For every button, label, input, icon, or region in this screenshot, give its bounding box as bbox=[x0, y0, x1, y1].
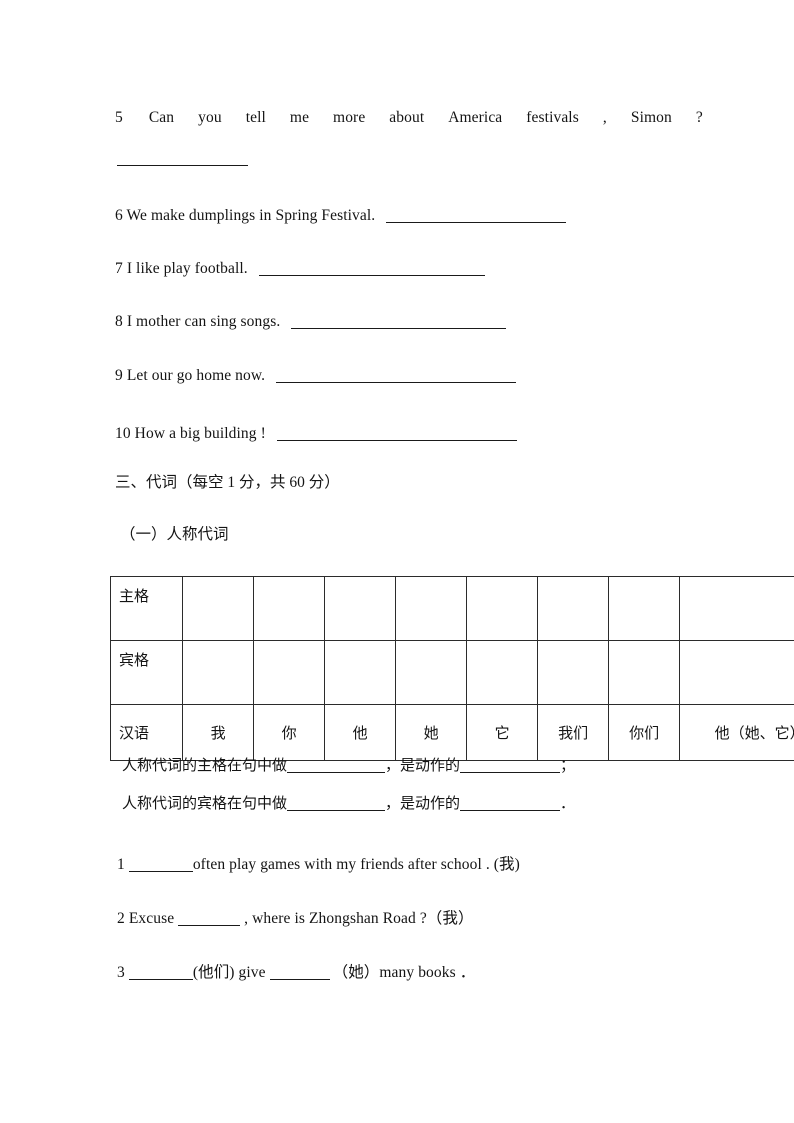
q5-word-11: ? bbox=[695, 109, 703, 126]
q5-word-1: Can bbox=[148, 109, 175, 126]
fill-statement-subject-blank-2[interactable] bbox=[460, 772, 561, 773]
exercise-1-prefix: 1 bbox=[117, 856, 129, 873]
question-7-line: 7 I like play football. bbox=[115, 259, 485, 279]
table-row-subject-case: 主格 bbox=[109, 576, 794, 641]
fill-statement-subject-middle: ，是动作的 bbox=[385, 758, 461, 774]
cell-subject-2[interactable] bbox=[253, 576, 326, 641]
exercise-1-blank[interactable] bbox=[128, 871, 193, 872]
q5-word-6: about bbox=[389, 109, 425, 126]
fill-statement-subject-blank-1[interactable] bbox=[287, 772, 386, 773]
q5-word-9: , bbox=[602, 109, 607, 126]
question-6-text: 6 We make dumplings in Spring Festival. bbox=[115, 207, 376, 224]
q5-word-10: Simon bbox=[630, 109, 672, 126]
cell-subject-3[interactable] bbox=[324, 576, 397, 641]
cell-subject-7[interactable] bbox=[608, 576, 681, 641]
cell-subject-6[interactable] bbox=[537, 576, 610, 641]
exercise-1-line: 1 often play games with my friends after… bbox=[117, 855, 520, 875]
cell-chinese-1: 我 bbox=[182, 704, 255, 761]
exercise-2-prefix: 2 Excuse bbox=[117, 910, 179, 927]
fill-statement-object-middle: ，是动作的 bbox=[385, 796, 461, 812]
exercise-3-prefix: 3 bbox=[117, 964, 129, 981]
question-10-line: 10 How a big building ! bbox=[115, 424, 517, 444]
table-row-object-case: 宾格 bbox=[109, 640, 794, 705]
question-9-answer-blank[interactable] bbox=[276, 382, 517, 383]
personal-pronoun-table: 主格 宾格 汉语 我 你 他 她 它 我们 你们 他（她、它 bbox=[109, 576, 794, 761]
fill-statement-object: 人称代词的宾格在句中做 ，是动作的 ． bbox=[122, 793, 575, 815]
worksheet-page: 5 Can you tell me more about America festivals, S… bbox=[0, 0, 794, 1123]
fill-statement-subject-suffix: ； bbox=[560, 758, 576, 774]
q5-word-4: me bbox=[289, 109, 310, 126]
cell-subject-5[interactable] bbox=[466, 576, 539, 641]
cell-chinese-5: 它 bbox=[466, 704, 539, 761]
exercise-1-suffix: often play games with my friends after s… bbox=[192, 856, 520, 873]
question-5-line: 5 Can you tell me more about America festivals, S… bbox=[115, 108, 703, 128]
question-8-line: 8 I mother can sing songs. bbox=[115, 312, 507, 332]
table-row-chinese: 汉语 我 你 他 她 它 我们 你们 他（她、它） bbox=[109, 704, 794, 761]
cell-chinese-4: 她 bbox=[395, 704, 468, 761]
row-label-subject-case: 主格 bbox=[109, 576, 184, 641]
cell-subject-8[interactable] bbox=[679, 576, 794, 641]
exercise-2-blank[interactable] bbox=[178, 925, 241, 926]
cell-object-6[interactable] bbox=[537, 640, 610, 705]
exercise-3-line: 3 (他们) give （她）many books ． bbox=[117, 963, 475, 983]
exercise-2-suffix: , where is Zhongshan Road ?（我） bbox=[244, 910, 474, 927]
cell-chinese-6: 我们 bbox=[537, 704, 610, 761]
cell-object-3[interactable] bbox=[324, 640, 397, 705]
cell-object-5[interactable] bbox=[466, 640, 539, 705]
question-5-answer-blank[interactable] bbox=[117, 165, 248, 166]
section-subheading: （一）人称代词 bbox=[120, 526, 229, 543]
q5-word-7: America bbox=[448, 109, 503, 126]
cell-chinese-8: 他（她、它） bbox=[679, 704, 794, 761]
exercise-3-blank-2[interactable] bbox=[269, 979, 330, 980]
fill-statement-object-suffix: ． bbox=[560, 796, 576, 812]
q5-word-0: 5 bbox=[115, 109, 123, 126]
cell-object-1[interactable] bbox=[182, 640, 255, 705]
question-7-text: 7 I like play football. bbox=[115, 260, 248, 277]
question-10-answer-blank[interactable] bbox=[276, 440, 517, 441]
cell-object-2[interactable] bbox=[253, 640, 326, 705]
fill-statement-subject-prefix: 人称代词的主格在句中做 bbox=[122, 758, 288, 774]
exercise-3-suffix: （她）many books ． bbox=[332, 964, 476, 981]
cell-object-8[interactable] bbox=[679, 640, 794, 705]
question-7-answer-blank[interactable] bbox=[258, 275, 485, 276]
row-label-chinese: 汉语 bbox=[109, 704, 184, 761]
row-label-object-case: 宾格 bbox=[109, 640, 184, 705]
exercise-3-blank-1[interactable] bbox=[128, 979, 193, 980]
cell-chinese-3: 他 bbox=[324, 704, 397, 761]
section-heading: 三、代词（每空 1 分，共 60 分） bbox=[115, 474, 340, 491]
q5-word-5: more bbox=[333, 109, 366, 126]
q5-word-8: festivals bbox=[526, 109, 579, 126]
question-8-text: 8 I mother can sing songs. bbox=[115, 313, 281, 330]
cell-object-7[interactable] bbox=[608, 640, 681, 705]
question-6-answer-blank[interactable] bbox=[386, 222, 567, 223]
cell-subject-1[interactable] bbox=[182, 576, 255, 641]
question-9-text: 9 Let our go home now. bbox=[115, 367, 266, 384]
fill-statement-object-blank-1[interactable] bbox=[287, 810, 386, 811]
exercise-3-middle: (他们) give bbox=[192, 964, 270, 981]
question-10-text: 10 How a big building ! bbox=[115, 425, 266, 442]
fill-statement-object-blank-2[interactable] bbox=[460, 810, 561, 811]
q5-word-3: tell bbox=[245, 109, 266, 126]
question-8-answer-blank[interactable] bbox=[291, 328, 507, 329]
cell-chinese-7: 你们 bbox=[608, 704, 681, 761]
fill-statement-object-prefix: 人称代词的宾格在句中做 bbox=[122, 796, 288, 812]
cell-chinese-2: 你 bbox=[253, 704, 326, 761]
fill-statement-subject: 人称代词的主格在句中做 ，是动作的 ； bbox=[122, 755, 575, 777]
cell-subject-4[interactable] bbox=[395, 576, 468, 641]
cell-object-4[interactable] bbox=[395, 640, 468, 705]
exercise-2-line: 2 Excuse , where is Zhongshan Road ?（我） bbox=[117, 909, 474, 929]
question-6-line: 6 We make dumplings in Spring Festival. bbox=[115, 206, 567, 226]
question-9-line: 9 Let our go home now. bbox=[115, 366, 517, 386]
q5-word-2: you bbox=[198, 109, 222, 126]
